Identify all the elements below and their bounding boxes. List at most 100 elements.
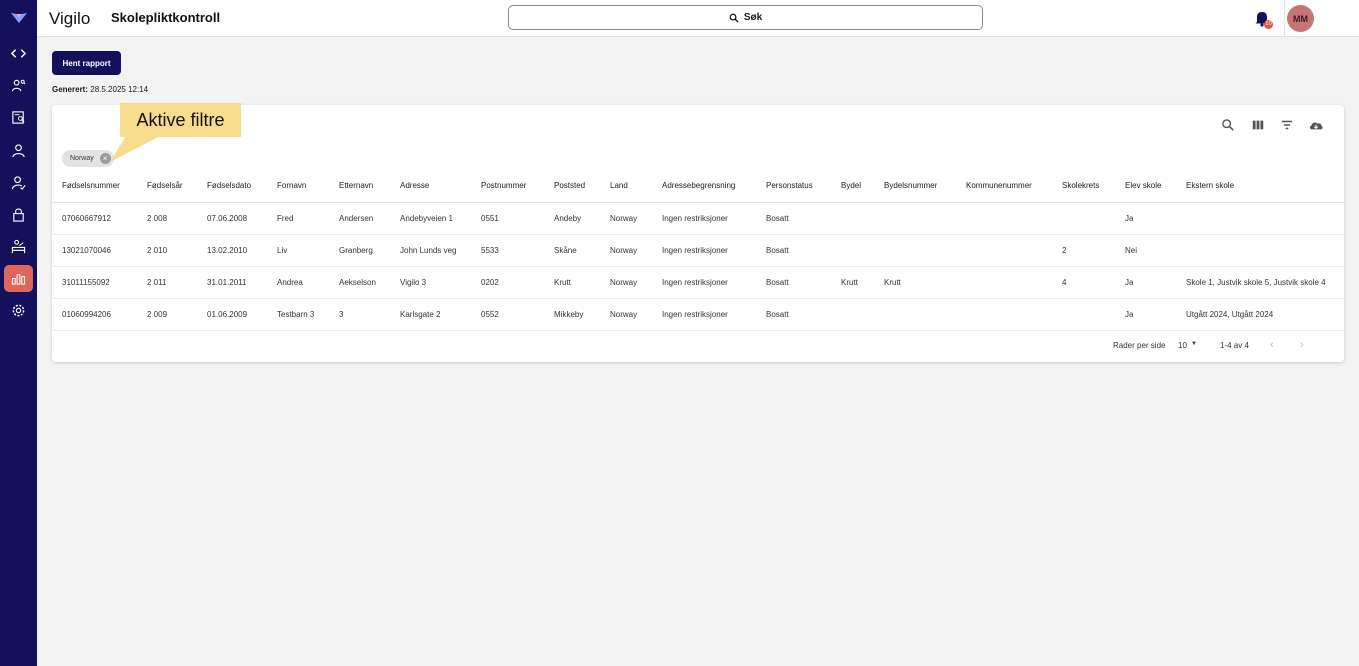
table-cell — [956, 202, 1052, 235]
column-header-bydel[interactable]: Bydel — [831, 170, 874, 203]
column-header-etternavn[interactable]: Etternavn — [329, 170, 390, 203]
search-input[interactable]: Søk — [508, 5, 983, 30]
table-header-row: Fødselsnummer Fødselsår Fødselsdato Forn… — [52, 170, 1344, 203]
table-cell: Krutt — [874, 266, 956, 299]
rows-per-page-select[interactable]: 10 — [1178, 341, 1187, 350]
table-cell: Andersen — [329, 202, 390, 235]
sidebar-item-people-search[interactable] — [4, 72, 33, 99]
table-cell — [956, 298, 1052, 331]
filter-chip[interactable]: Norway × — [62, 150, 114, 167]
top-bar: Vigilo Skolepliktkontroll Søk — [37, 0, 1359, 37]
table-cell: Bosatt — [756, 266, 831, 299]
table-cell: 2 — [1052, 234, 1115, 267]
callout-pointer — [110, 136, 160, 162]
sidebar-item-person[interactable] — [4, 137, 33, 164]
table-cell: Aekselson — [329, 266, 390, 299]
column-header-personstatus[interactable]: Personstatus — [756, 170, 831, 203]
table-row[interactable]: 31011155092 2 011 31.01.2011 Andrea Aeks… — [52, 266, 1344, 299]
column-header-elev-skole[interactable]: Elev skole — [1115, 170, 1176, 203]
column-header-adresse[interactable]: Adresse — [390, 170, 471, 203]
table-cell: Andebyveien 1 — [390, 202, 471, 235]
annotation-callout: Aktive filtre — [120, 103, 241, 137]
code-icon — [11, 49, 26, 58]
table-cell: Krutt — [544, 266, 600, 299]
chevron-right-icon[interactable]: › — [1300, 339, 1304, 351]
table-cell: 5533 — [471, 234, 544, 267]
table-cell: Karlsgate 2 — [390, 298, 471, 331]
table-row[interactable]: 13021070046 2 010 13.02.2010 Liv Granber… — [52, 234, 1344, 267]
table-cell: John Lunds veg — [390, 234, 471, 267]
vigilo-logo-icon[interactable] — [10, 11, 28, 25]
fetch-report-button[interactable]: Hent rapport — [52, 51, 121, 75]
search-icon[interactable] — [1221, 118, 1235, 132]
table-cell: 3 — [329, 298, 390, 331]
sidebar-item-document-person[interactable] — [4, 104, 33, 131]
cloud-download-icon[interactable] — [1308, 118, 1324, 132]
data-table: Fødselsnummer Fødselsår Fødselsdato Forn… — [52, 170, 1344, 331]
sidebar-item-code[interactable] — [4, 40, 33, 67]
pagination: Rader per side 10 ▼ 1-4 av 4 ‹ › — [1044, 331, 1344, 361]
table-cell — [831, 298, 874, 331]
app-name[interactable]: Vigilo — [49, 9, 90, 29]
table-cell — [1052, 202, 1115, 235]
table-cell: Utgått 2024, Utgått 2024 — [1176, 298, 1344, 331]
avatar[interactable]: MM — [1287, 5, 1314, 32]
generated-value: 28.5.2025 12:14 — [90, 85, 149, 94]
column-header-fodselsnummer[interactable]: Fødselsnummer — [52, 170, 137, 203]
table-cell: Andrea — [267, 266, 329, 299]
column-header-poststed[interactable]: Poststed — [544, 170, 600, 203]
table-cell: Mikkeby — [544, 298, 600, 331]
table-cell — [956, 266, 1052, 299]
header-divider — [1284, 0, 1285, 36]
table-cell: 01.06.2009 — [197, 298, 267, 331]
table-cell: Ingen restriksjoner — [652, 202, 756, 235]
column-header-fodselsdato[interactable]: Fødselsdato — [197, 170, 267, 203]
table-cell: Nei — [1115, 234, 1176, 267]
table-cell: Skåne — [544, 234, 600, 267]
column-header-fodselsar[interactable]: Fødselsår — [137, 170, 197, 203]
table-cell: Fred — [267, 202, 329, 235]
column-header-skolekrets[interactable]: Skolekrets — [1052, 170, 1115, 203]
table-cell: Ja — [1115, 298, 1176, 331]
sidebar-item-lock[interactable] — [4, 201, 33, 228]
sidebar-item-classroom[interactable] — [4, 233, 33, 260]
table-cell — [1176, 202, 1344, 235]
table-cell — [831, 202, 874, 235]
table-cell — [874, 234, 956, 267]
table-cell: Andeby — [544, 202, 600, 235]
sidebar-item-settings[interactable] — [4, 297, 33, 324]
sidebar — [0, 0, 37, 666]
table-cell — [874, 202, 956, 235]
table-cell: Krutt — [831, 266, 874, 299]
column-header-ekstern-skole[interactable]: Ekstern skole — [1176, 170, 1344, 203]
person-check-icon — [11, 176, 26, 190]
table-cell: Liv — [267, 234, 329, 267]
column-header-postnummer[interactable]: Postnummer — [471, 170, 544, 203]
column-header-kommunenummer[interactable]: Kommunenummer — [956, 170, 1052, 203]
notification-badge: 10 — [1264, 20, 1273, 29]
table-cell: Ja — [1115, 202, 1176, 235]
column-header-bydelsnummer[interactable]: Bydelsnummer — [874, 170, 956, 203]
table-cell: Ja — [1115, 266, 1176, 299]
classroom-icon — [11, 239, 26, 254]
table-cell — [831, 234, 874, 267]
table-cell: 13021070046 — [52, 234, 137, 267]
sidebar-item-bar-chart[interactable] — [4, 265, 33, 292]
column-header-fornavn[interactable]: Fornavn — [267, 170, 329, 203]
table-cell: Ingen restriksjoner — [652, 234, 756, 267]
column-header-adressebegrensning[interactable]: Adressebegrensning — [652, 170, 756, 203]
table-cell: Vigilo 3 — [390, 266, 471, 299]
sidebar-item-person-check[interactable] — [4, 169, 33, 196]
table-row[interactable]: 07060667912 2 008 07.06.2008 Fred Anders… — [52, 202, 1344, 235]
caret-down-icon[interactable]: ▼ — [1191, 341, 1197, 347]
table-cell: Norway — [600, 298, 652, 331]
table-row[interactable]: 01060994206 2 009 01.06.2009 Testbarn 3 … — [52, 298, 1344, 331]
page-title: Skolepliktkontroll — [111, 10, 221, 25]
bar-chart-icon — [11, 274, 26, 285]
report-card: Norway × Fødselsnummer Fødselsår Fødsels… — [52, 105, 1344, 362]
column-header-land[interactable]: Land — [600, 170, 652, 203]
filter-icon[interactable] — [1280, 118, 1294, 132]
columns-icon[interactable] — [1251, 118, 1265, 132]
chevron-left-icon[interactable]: ‹ — [1270, 339, 1274, 351]
gear-icon — [12, 304, 25, 317]
